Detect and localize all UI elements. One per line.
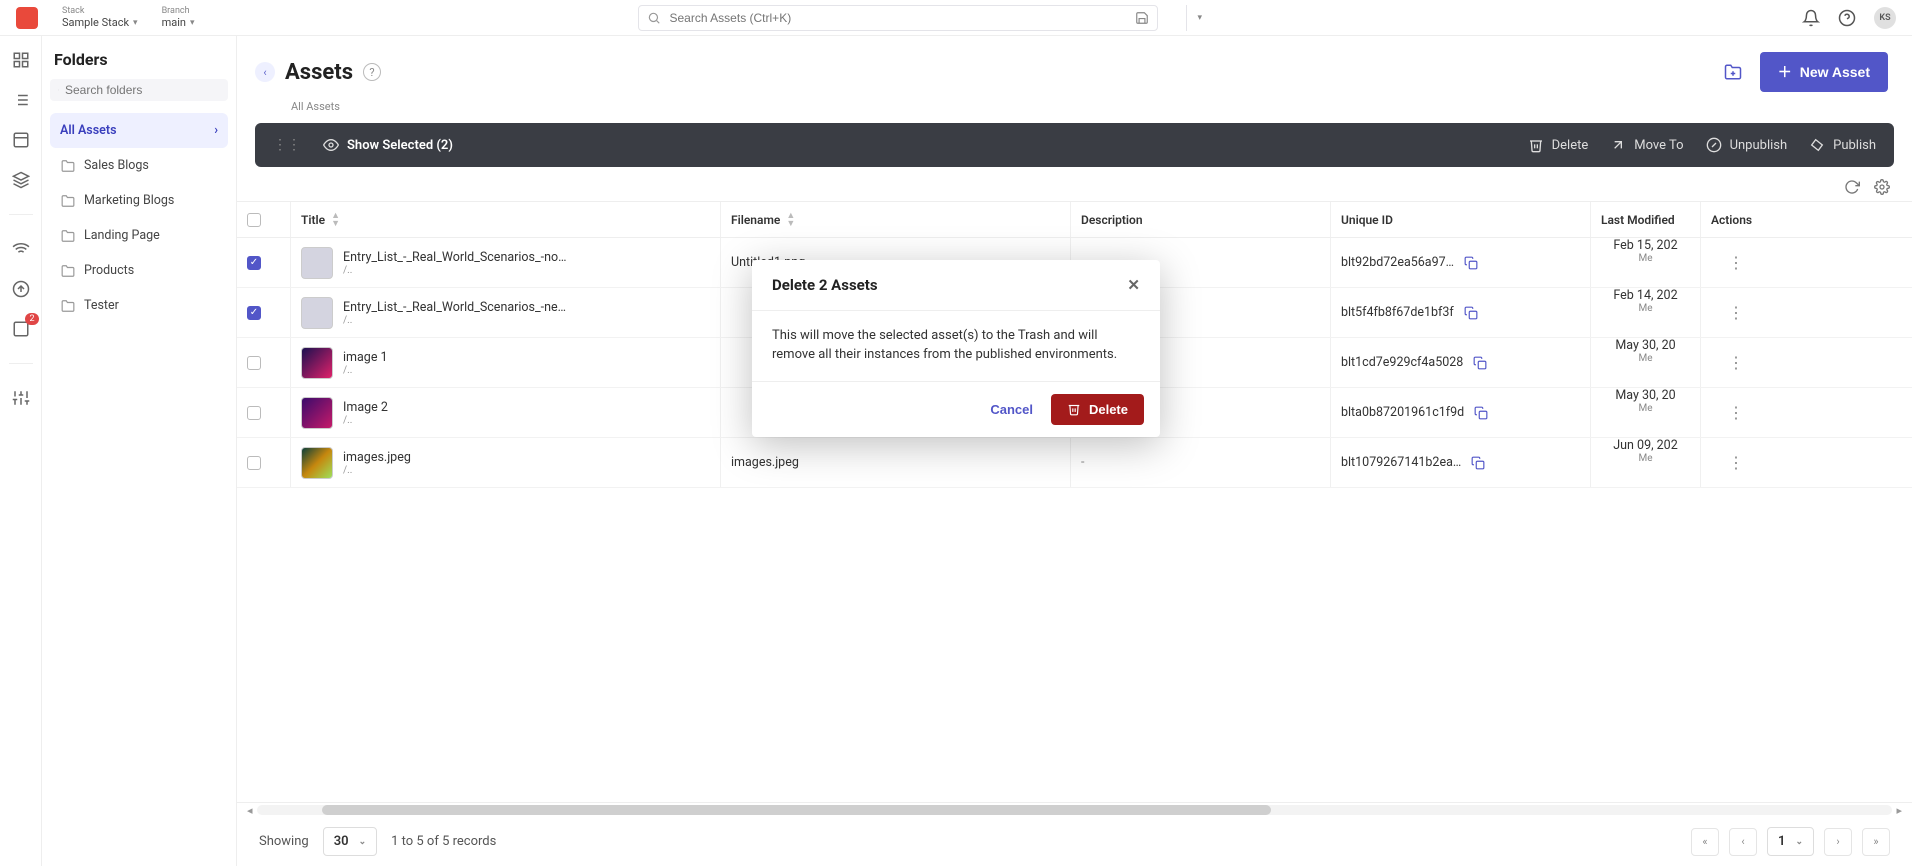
confirm-delete-button[interactable]: Delete — [1051, 394, 1144, 425]
modal-title: Delete 2 Assets — [772, 276, 878, 294]
close-icon[interactable]: ✕ — [1127, 276, 1140, 294]
modal-body: This will move the selected asset(s) to … — [752, 310, 1160, 382]
cancel-button[interactable]: Cancel — [990, 402, 1033, 417]
trash-icon — [1067, 402, 1081, 416]
delete-confirm-dialog: Delete 2 Assets ✕ This will move the sel… — [752, 260, 1160, 437]
